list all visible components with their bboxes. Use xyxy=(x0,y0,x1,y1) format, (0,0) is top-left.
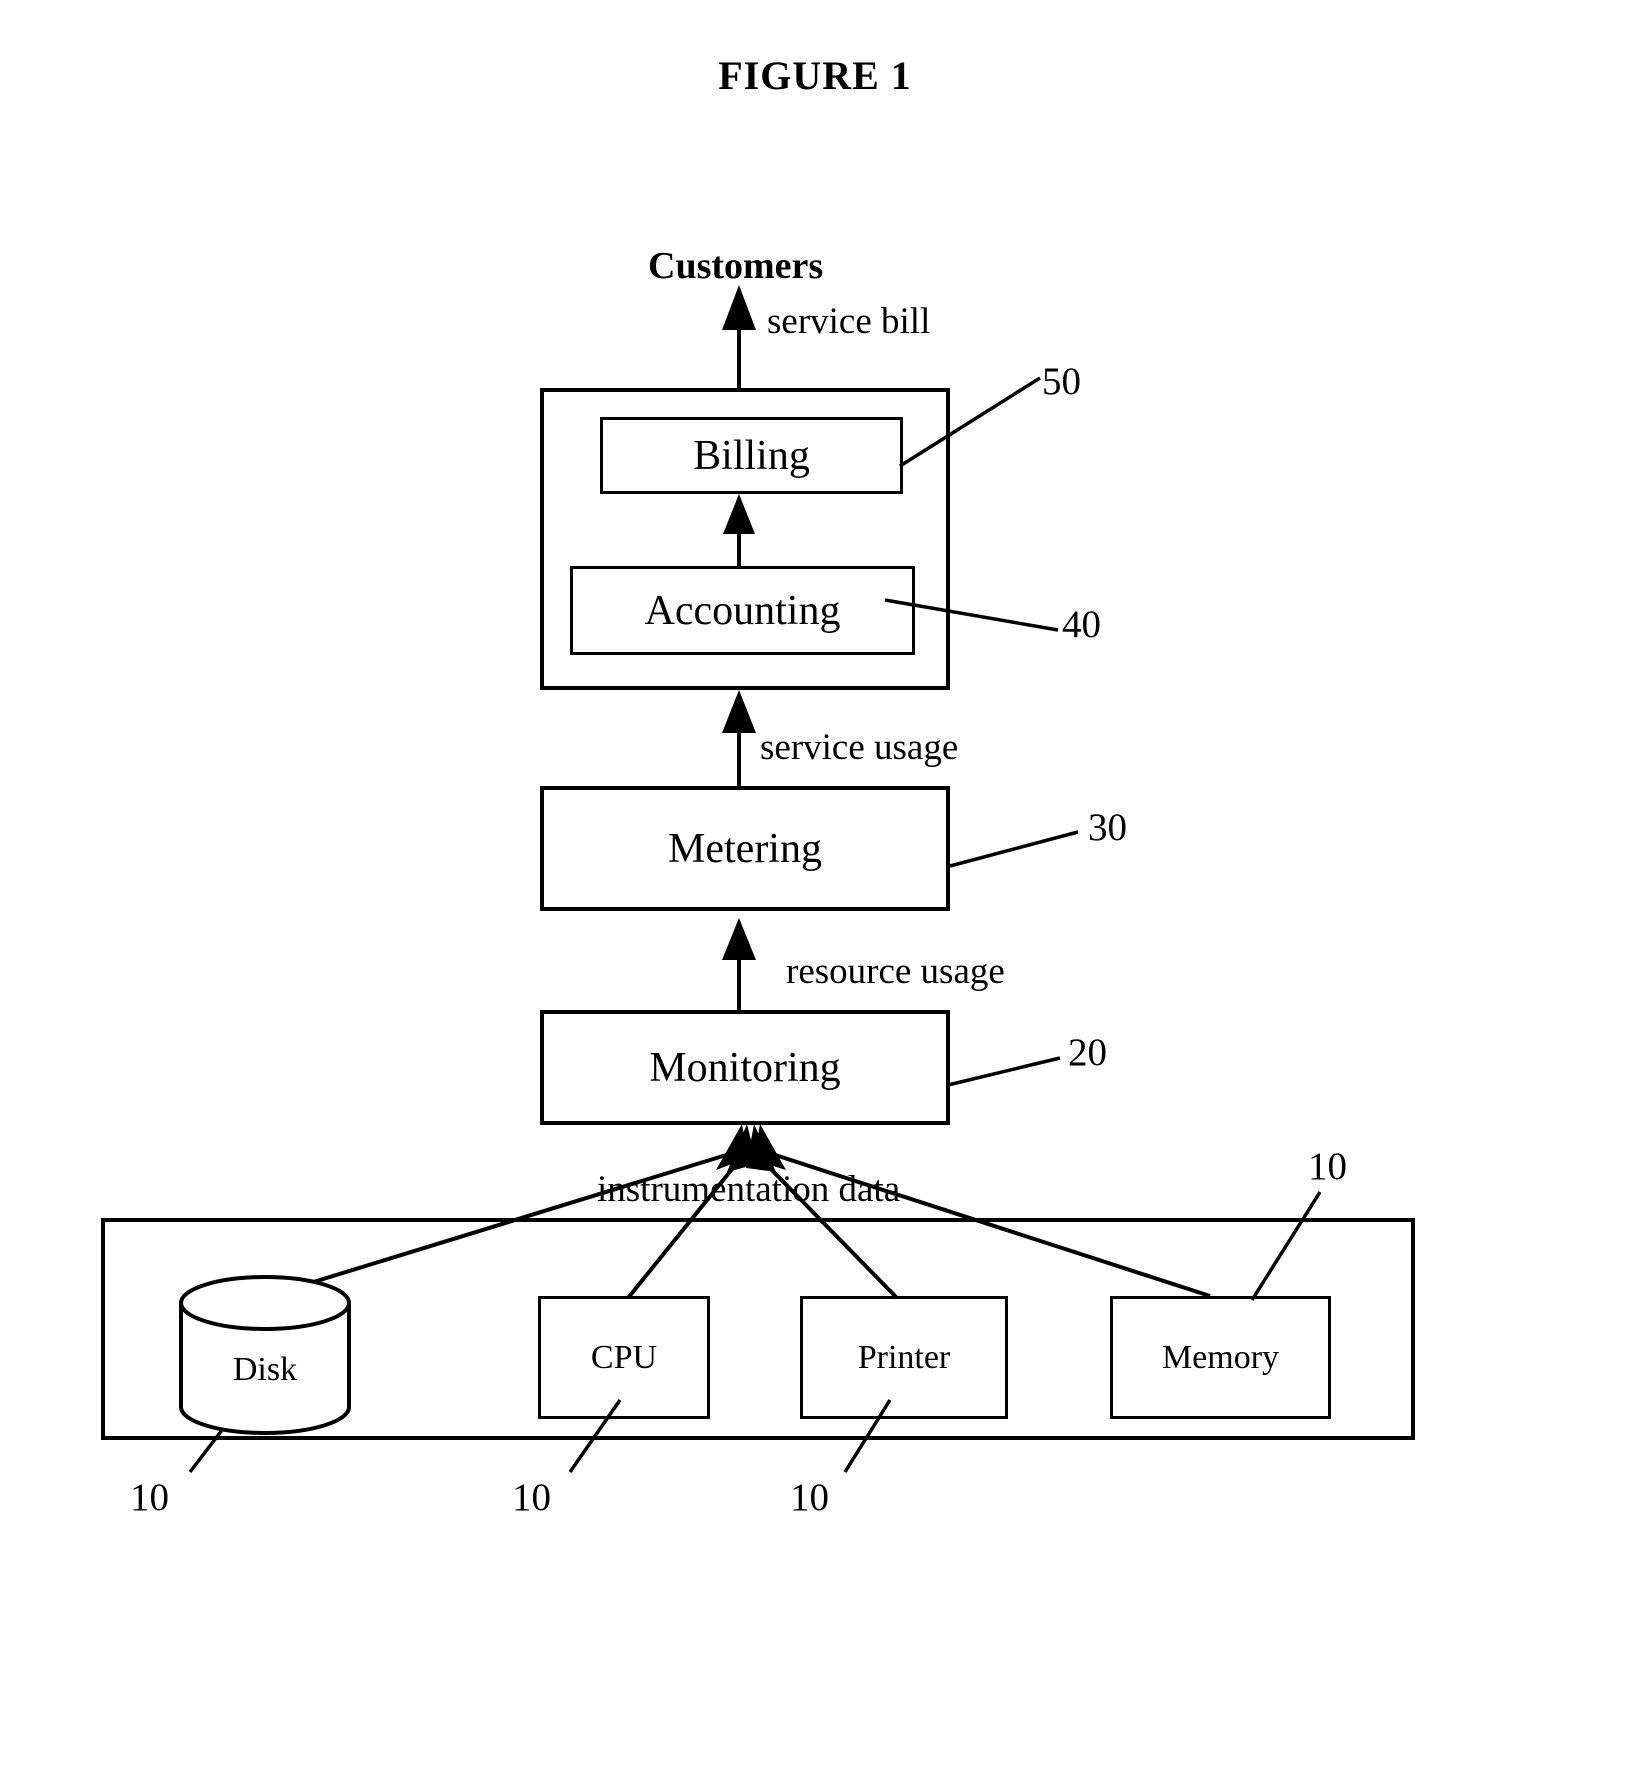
metering-box-label: Metering xyxy=(668,825,822,872)
resource-usage-label: resource usage xyxy=(786,951,1005,992)
ref-number-30: 30 xyxy=(1088,806,1127,849)
page-title: FIGURE 1 xyxy=(718,53,912,98)
disk-label: Disk xyxy=(232,1351,298,1388)
patent-figure-page: FIGURE 1 Customers service bill Billing … xyxy=(0,0,1630,1767)
ref-number-40: 40 xyxy=(1062,603,1101,646)
arrow-resource-usage xyxy=(722,918,756,1010)
cpu-label: CPU xyxy=(590,1338,658,1376)
billing-box-label: Billing xyxy=(693,432,810,479)
memory-label: Memory xyxy=(1161,1338,1280,1376)
ref-number-10-cpu: 10 xyxy=(512,1476,551,1519)
ref-number-10-disk: 10 xyxy=(130,1476,169,1519)
arrow-service-usage xyxy=(722,690,756,786)
leader-30 xyxy=(949,830,1079,868)
printer-label: Printer xyxy=(857,1338,951,1376)
accounting-box-label: Accounting xyxy=(644,587,841,634)
monitoring-box-label: Monitoring xyxy=(649,1044,841,1091)
ref-number-10-printer: 10 xyxy=(790,1476,829,1519)
ref-number-20: 20 xyxy=(1068,1031,1107,1074)
ref-number-50: 50 xyxy=(1042,360,1081,403)
service-usage-label: service usage xyxy=(760,727,959,768)
leader-20 xyxy=(947,1056,1061,1087)
instrumentation-data-label: instrumentation data xyxy=(597,1169,901,1210)
arrow-service-bill xyxy=(722,285,756,388)
customers-label: Customers xyxy=(648,245,824,287)
service-bill-label: service bill xyxy=(767,301,931,342)
ref-number-10-container: 10 xyxy=(1308,1145,1347,1188)
